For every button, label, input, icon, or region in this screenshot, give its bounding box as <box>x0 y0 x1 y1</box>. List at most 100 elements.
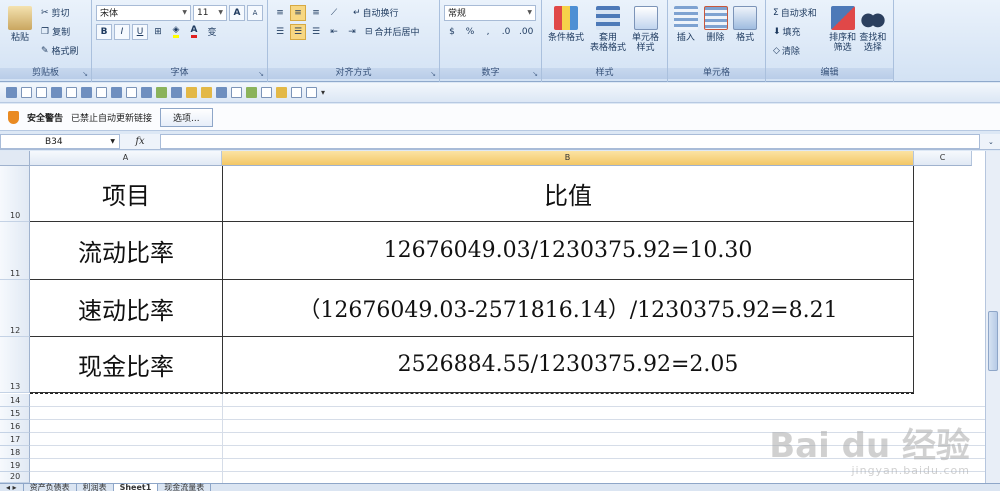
column-header-a[interactable]: A <box>30 151 222 166</box>
new-file-icon[interactable] <box>66 87 77 98</box>
increase-indent-button[interactable]: ⇥ <box>344 24 360 40</box>
row-header[interactable]: 16 <box>0 420 30 433</box>
row-header[interactable]: 10 <box>0 166 30 222</box>
row-header[interactable]: 14 <box>0 394 30 407</box>
fill-button[interactable]: ⬇ 填充 <box>770 24 804 40</box>
undo-icon[interactable] <box>21 87 32 98</box>
merge-icon[interactable] <box>306 87 317 98</box>
sheet-tab-active[interactable]: Sheet1 <box>113 484 159 491</box>
paste-button[interactable]: 粘贴 <box>4 4 36 61</box>
row-header[interactable]: 17 <box>0 433 30 446</box>
bold-button[interactable]: B <box>96 23 112 40</box>
customize-toolbar-icon[interactable]: ▾ <box>321 88 325 97</box>
sheet-tab[interactable]: 利润表 <box>77 484 114 491</box>
column-header-b[interactable]: B <box>222 151 914 166</box>
align-top-button[interactable]: ≡ <box>272 5 288 21</box>
fill-color-button[interactable]: ◈ <box>168 24 184 40</box>
row-header[interactable]: 15 <box>0 407 30 420</box>
dialog-launcher-icon[interactable]: ↘ <box>258 70 264 78</box>
table-icon[interactable] <box>111 87 122 98</box>
fx-icon[interactable]: fx <box>120 136 160 147</box>
decrease-indent-button[interactable]: ⇤ <box>326 24 342 40</box>
circle-outline-icon[interactable] <box>261 87 272 98</box>
row-header[interactable]: 18 <box>0 446 30 459</box>
save-icon[interactable] <box>6 87 17 98</box>
shrink-font-button[interactable]: A <box>247 4 263 21</box>
orientation-button[interactable]: ⟋ <box>326 5 342 21</box>
row-header[interactable]: 20 <box>0 472 30 483</box>
font-name-select[interactable]: 宋体 ▼ <box>96 4 191 21</box>
format-painter-button[interactable]: ✎ 格式刷 <box>38 43 82 59</box>
redo-icon[interactable] <box>36 87 47 98</box>
copy-button[interactable]: ❐ 复制 <box>38 24 73 40</box>
row-header[interactable]: 11 <box>0 222 30 280</box>
sheet-tab[interactable]: 现金流量表 <box>158 484 212 491</box>
gridline <box>30 406 1000 407</box>
formula-input[interactable] <box>160 134 980 149</box>
sort-asc-icon[interactable] <box>231 87 242 98</box>
options-button[interactable]: 选项... <box>160 107 213 127</box>
borders-button[interactable]: ⊞ <box>150 24 166 40</box>
italic-button[interactable]: I <box>114 23 130 40</box>
shield-icon <box>8 110 19 124</box>
link-icon[interactable] <box>171 87 182 98</box>
table-cell-item[interactable]: 速动比率 <box>30 280 222 337</box>
dialog-launcher-icon[interactable]: ↘ <box>532 70 538 78</box>
increase-decimal-button[interactable]: .0 <box>498 24 514 40</box>
font-size-select[interactable]: 11 ▼ <box>193 4 227 21</box>
decrease-decimal-button[interactable]: .00 <box>516 24 536 40</box>
dialog-launcher-icon[interactable]: ↘ <box>430 70 436 78</box>
camera-icon[interactable] <box>201 87 212 98</box>
column-header-c[interactable]: C <box>914 151 972 166</box>
filter-icon[interactable] <box>216 87 227 98</box>
grow-font-button[interactable]: A <box>229 4 245 21</box>
fill-color-icon[interactable] <box>276 87 287 98</box>
comma-button[interactable]: , <box>480 24 496 40</box>
expand-formula-icon[interactable]: ⌄ <box>988 138 1000 146</box>
row-header[interactable]: 13 <box>0 337 30 393</box>
row-header[interactable]: 19 <box>0 459 30 472</box>
print-preview-icon[interactable] <box>51 87 62 98</box>
table-cell-ratio[interactable]: 12676049.03/1230375.92=10.30 <box>222 222 914 280</box>
open-file-icon[interactable] <box>81 87 92 98</box>
name-box[interactable]: B34 ▼ <box>0 134 120 149</box>
header-cell-ratio[interactable]: 比值 <box>222 166 914 222</box>
align-left-button[interactable]: ☰ <box>272 24 288 40</box>
dialog-launcher-icon[interactable]: ↘ <box>82 70 88 78</box>
vertical-scrollbar[interactable] <box>985 151 1000 483</box>
currency-button[interactable]: $ <box>444 24 460 40</box>
underline-button[interactable]: U <box>132 23 148 40</box>
align-center-button[interactable]: ☰ <box>290 23 306 40</box>
tab-nav-arrows[interactable]: ◂ ▸ <box>0 484 24 491</box>
merge-center-button[interactable]: ⊟ 合并后居中 <box>362 24 423 40</box>
highlight-icon[interactable] <box>186 87 197 98</box>
grid-icon[interactable] <box>126 87 137 98</box>
select-all-corner[interactable] <box>0 151 30 166</box>
header-cell-item[interactable]: 项目 <box>30 166 222 222</box>
print-area-border <box>30 393 914 394</box>
chart-icon[interactable] <box>141 87 152 98</box>
paint-bucket-icon: ◈ <box>172 25 180 38</box>
table-cell-item[interactable]: 流动比率 <box>30 222 222 280</box>
wrap-text-button[interactable]: ↵ 自动换行 <box>350 5 402 21</box>
align-right-button[interactable]: ☰ <box>308 24 324 40</box>
page-setup-icon[interactable] <box>96 87 107 98</box>
number-format-select[interactable]: 常规 ▼ <box>444 4 536 21</box>
align-middle-button[interactable]: ≡ <box>290 4 306 21</box>
sheet-tab[interactable]: 资产负债表 <box>24 484 77 491</box>
percent-button[interactable]: % <box>462 24 478 40</box>
row-header[interactable]: 12 <box>0 280 30 337</box>
phonetic-button[interactable]: 变 <box>204 24 220 40</box>
border-icon[interactable] <box>291 87 302 98</box>
align-bottom-button[interactable]: ≡ <box>308 5 324 21</box>
font-color-button[interactable]: A <box>186 24 202 40</box>
scrollbar-thumb[interactable] <box>988 311 998 371</box>
table-cell-ratio[interactable]: （12676049.03-2571816.14）/1230375.92=8.21 <box>222 280 914 337</box>
cut-button[interactable]: ✂ 剪切 <box>38 5 73 21</box>
circle-icon[interactable] <box>246 87 257 98</box>
autosum-button[interactable]: Σ 自动求和 <box>770 5 820 21</box>
clear-button[interactable]: ◇ 清除 <box>770 43 803 59</box>
table-cell-item[interactable]: 现金比率 <box>30 337 222 393</box>
table-cell-ratio[interactable]: 2526884.55/1230375.92=2.05 <box>222 337 914 393</box>
refresh-icon[interactable] <box>156 87 167 98</box>
